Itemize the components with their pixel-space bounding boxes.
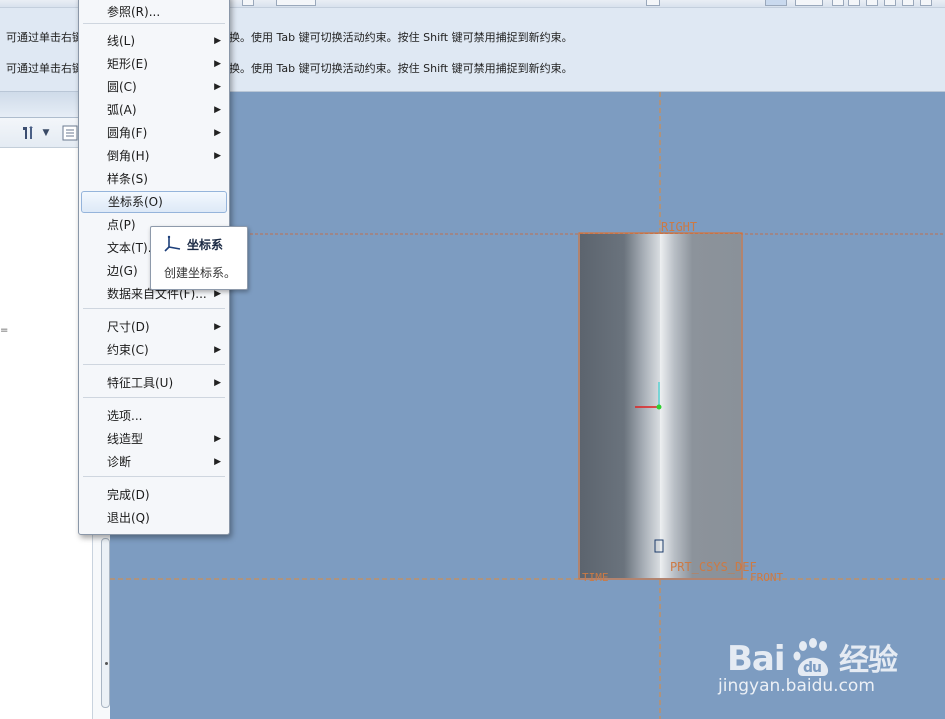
- menu-item-label: 完成(D): [107, 488, 150, 502]
- submenu-arrow-icon: ▶: [214, 151, 221, 161]
- message-text-right: 换。使用 Tab 键可切换活动约束。按住 Shift 键可禁用捕捉到新约束。: [229, 31, 573, 44]
- datum-label-right: RIGHT: [661, 220, 697, 234]
- toolbar-button[interactable]: [920, 0, 932, 6]
- menu-item-label: 倒角(H): [107, 149, 150, 163]
- menu-item-label: 样条(S): [107, 172, 148, 186]
- menu-item-label: 矩形(E): [107, 57, 148, 71]
- submenu-arrow-icon: ▶: [214, 434, 221, 444]
- menu-item-label: 选项...: [107, 409, 143, 423]
- menu-item-label: 约束(C): [107, 343, 149, 357]
- menu-item[interactable]: 倒角(H) ▶: [81, 145, 227, 167]
- svg-text:经验: 经验: [839, 643, 898, 678]
- coordinate-system-icon: [163, 235, 183, 256]
- menu-item-label: 边(G): [107, 264, 138, 278]
- menu-item[interactable]: 诊断 ▶: [81, 451, 227, 473]
- menu-item[interactable]: 特征工具(U) ▶: [81, 372, 227, 394]
- scrollbar-thumb[interactable]: [101, 538, 110, 708]
- menu-item[interactable]: 坐标系(O): [81, 191, 227, 213]
- submenu-arrow-icon: ▶: [214, 345, 221, 355]
- menu-item-label: 圆(C): [107, 80, 137, 94]
- toolbar-button[interactable]: [242, 0, 254, 6]
- message-text-right: 换。使用 Tab 键可切换活动约束。按住 Shift 键可禁用捕捉到新约束。: [229, 62, 573, 75]
- tooltip: 坐标系 创建坐标系。: [150, 226, 248, 290]
- toolbar-button[interactable]: [866, 0, 878, 6]
- menu-item-label: 退出(Q): [107, 511, 150, 525]
- menu-item-label: 尺寸(D): [107, 320, 150, 334]
- submenu-arrow-icon: ▶: [214, 322, 221, 332]
- menu-separator: [83, 397, 225, 398]
- svg-text:du: du: [803, 660, 821, 676]
- toolbar-button[interactable]: [832, 0, 844, 6]
- revolved-body-left[interactable]: [580, 234, 660, 578]
- menu-item-label: 参照(R)...: [107, 5, 161, 19]
- menu-item[interactable]: 退出(Q): [81, 507, 227, 529]
- submenu-arrow-icon: ▶: [214, 105, 221, 115]
- menu-item[interactable]: 约束(C) ▶: [81, 339, 227, 361]
- datum-label-top: TIME: [582, 571, 609, 584]
- submenu-arrow-icon: ▶: [214, 128, 221, 138]
- baidu-watermark-url: jingyan.baidu.com: [718, 676, 875, 696]
- menu-item-label: 线(L): [107, 34, 136, 48]
- dropdown-arrow-icon[interactable]: ▼: [40, 124, 52, 142]
- scrollbar-grip: [105, 662, 108, 665]
- tooltip-title: 坐标系: [187, 238, 224, 252]
- submenu-arrow-icon: ▶: [214, 457, 221, 467]
- submenu-arrow-icon: ▶: [214, 59, 221, 69]
- menu-item[interactable]: 样条(S): [81, 168, 227, 190]
- menu-separator: [83, 364, 225, 365]
- toolbar-button[interactable]: [902, 0, 914, 6]
- menu-item[interactable]: 线(L) ▶: [81, 30, 227, 52]
- menu-item-label: 坐标系(O): [108, 195, 163, 209]
- menu-item-label: 诊断: [107, 455, 132, 469]
- menu-item[interactable]: 矩形(E) ▶: [81, 53, 227, 75]
- submenu-arrow-icon: ▶: [214, 82, 221, 92]
- menu-item-label: 弧(A): [107, 103, 137, 117]
- menu-item-label: 线造型: [107, 432, 144, 446]
- toolbar-button[interactable]: [884, 0, 896, 6]
- toolbar-button[interactable]: [646, 0, 660, 6]
- menu-item[interactable]: 选项...: [81, 405, 227, 427]
- side-mark: =: [0, 325, 9, 336]
- menu-item[interactable]: 完成(D): [81, 484, 227, 506]
- menu-separator: [83, 476, 225, 477]
- menu-item[interactable]: 圆(C) ▶: [81, 76, 227, 98]
- toolbar-button[interactable]: [765, 0, 787, 6]
- submenu-arrow-icon: ▶: [214, 36, 221, 46]
- menu-item[interactable]: 线造型 ▶: [81, 428, 227, 450]
- menu-item[interactable]: 圆角(F) ▶: [81, 122, 227, 144]
- toolbar-button[interactable]: [795, 0, 823, 6]
- menu-item-label: 圆角(F): [107, 126, 148, 140]
- menu-separator: [83, 23, 225, 24]
- menu-item-label: 特征工具(U): [107, 376, 174, 390]
- svg-text:Bai: Bai: [727, 639, 785, 679]
- csys-origin: [656, 404, 662, 410]
- revolved-body-right[interactable]: [660, 234, 741, 578]
- menu-item-label: 点(P): [107, 218, 136, 232]
- submenu-arrow-icon: ▶: [214, 378, 221, 388]
- sketch-canvas[interactable]: RIGHT PRT_CSYS_DEF TIME FRONT: [110, 92, 945, 719]
- toolbar-button[interactable]: [276, 0, 316, 6]
- tooltip-description: 创建坐标系。: [164, 266, 237, 280]
- datum-label-csys: PRT_CSYS_DEF: [670, 560, 757, 574]
- toolbar-button[interactable]: [848, 0, 860, 6]
- menu-item[interactable]: 弧(A) ▶: [81, 99, 227, 121]
- menu-item[interactable]: 参照(R)...: [81, 1, 227, 23]
- menu-separator: [83, 308, 225, 309]
- graphics-window[interactable]: RIGHT PRT_CSYS_DEF TIME FRONT: [110, 92, 945, 719]
- tools-icon[interactable]: [20, 124, 40, 142]
- menu-item[interactable]: 尺寸(D) ▶: [81, 316, 227, 338]
- datum-label-front: FRONT: [750, 571, 783, 584]
- tree-icon[interactable]: [60, 124, 80, 142]
